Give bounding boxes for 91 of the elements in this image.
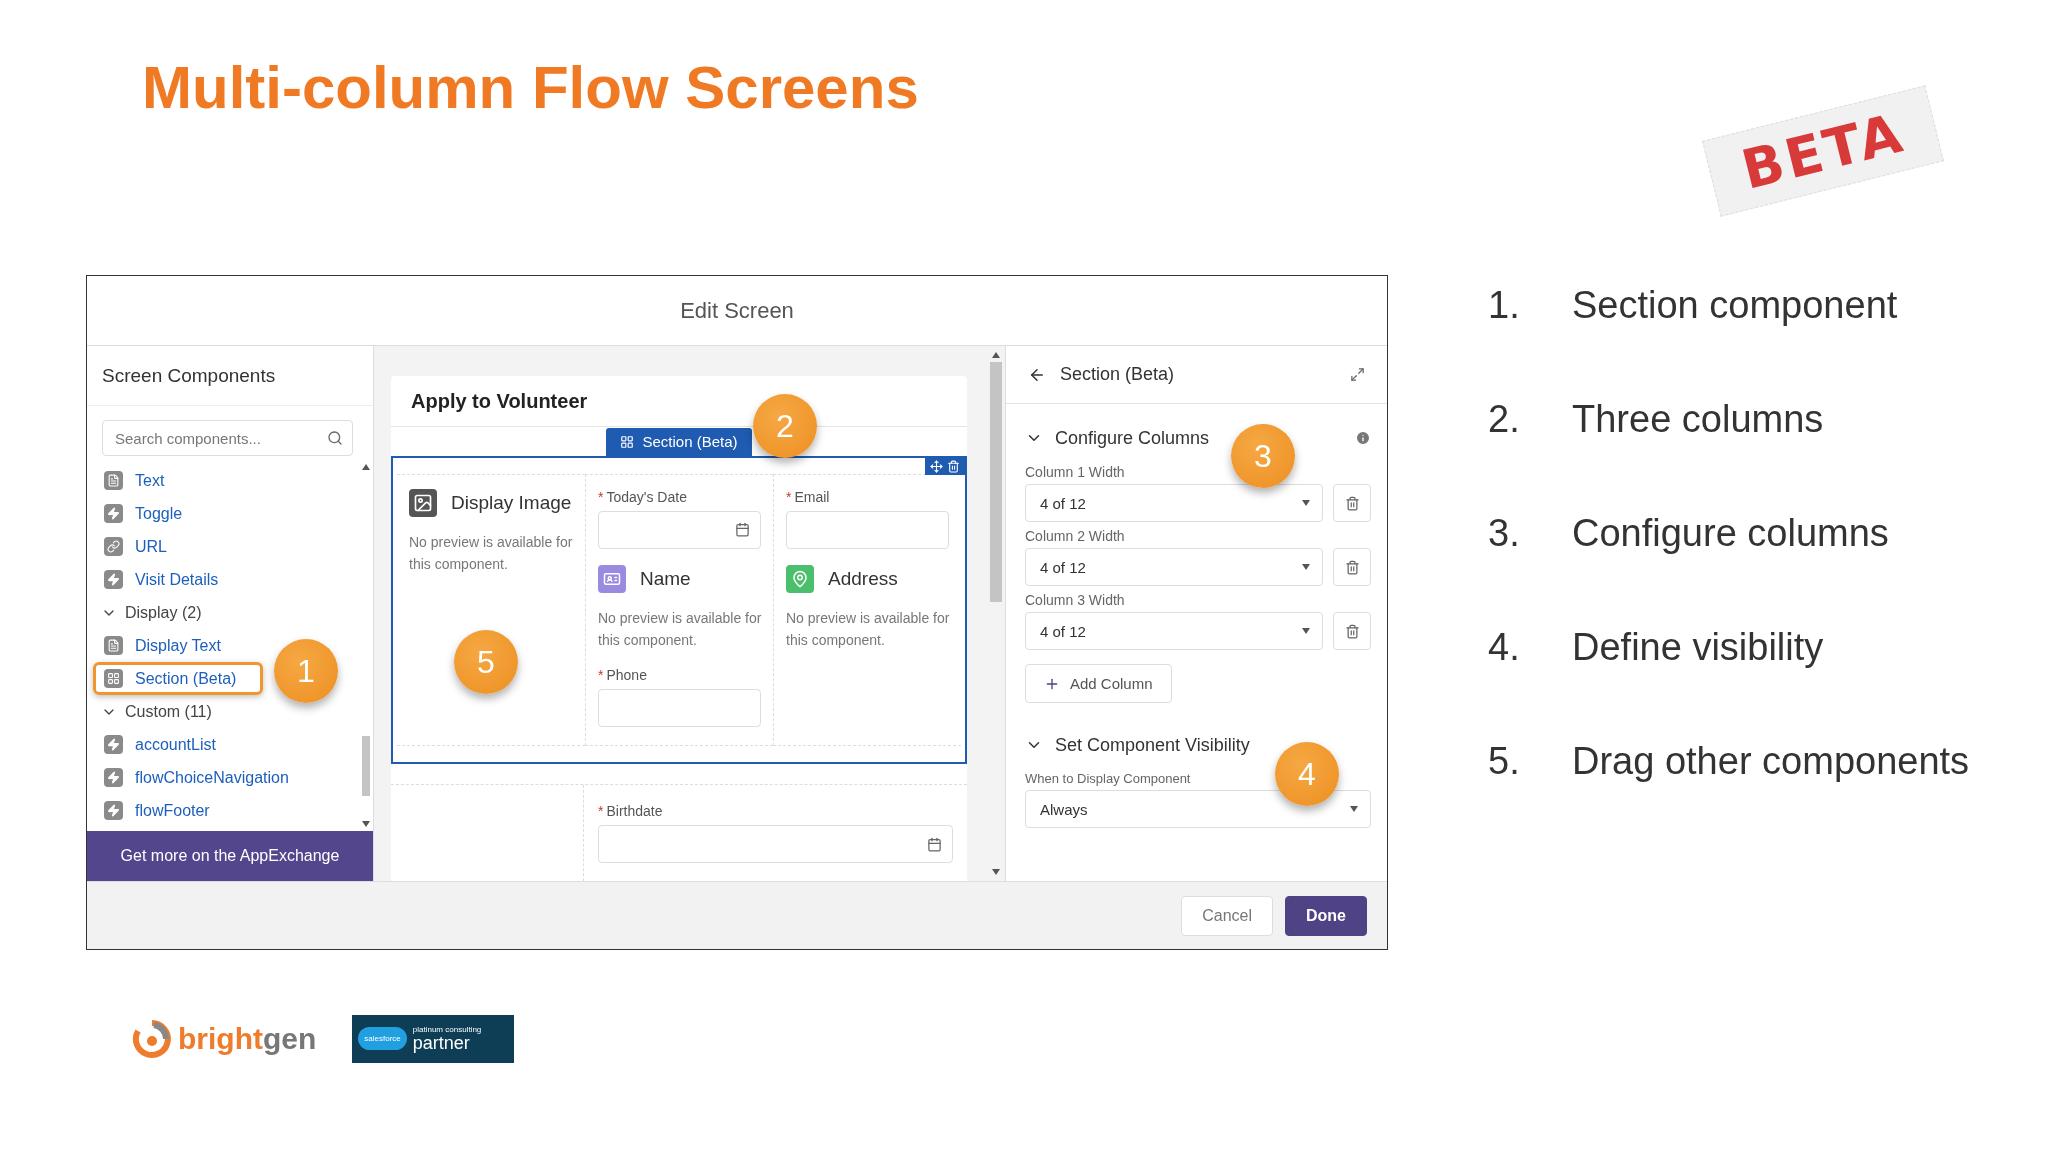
- trash-icon: [1344, 495, 1360, 511]
- field-label: Email: [794, 488, 830, 505]
- component-item[interactable]: Toggle: [93, 497, 359, 530]
- caret-icon: [1302, 500, 1310, 506]
- contact-card-icon: [598, 564, 626, 593]
- component-title: Address: [828, 567, 898, 590]
- preview-note: No preview is available for this component.: [598, 608, 763, 650]
- caret-icon: [1350, 806, 1358, 812]
- logo-mark-icon: [132, 1018, 172, 1059]
- search-icon: [327, 430, 343, 446]
- preview-note: No preview is available for this component.: [409, 532, 574, 574]
- list-number: 1.: [1488, 283, 1521, 327]
- component-icon: [104, 768, 123, 787]
- list-number: 3.: [1488, 511, 1521, 555]
- map-pin-icon: [786, 564, 814, 593]
- component-item[interactable]: Visit Details: [93, 563, 359, 596]
- required-mark: *: [598, 803, 604, 819]
- list-text: Three columns: [1572, 397, 1824, 441]
- trash-icon[interactable]: [947, 459, 960, 473]
- component-item[interactable]: Text: [93, 464, 359, 497]
- delete-button[interactable]: [1333, 548, 1371, 586]
- calendar-icon: [735, 522, 750, 538]
- delete-button[interactable]: [1333, 612, 1371, 650]
- window-title: Edit Screen: [680, 297, 794, 324]
- trash-icon: [1344, 559, 1360, 575]
- component-icon: [104, 735, 123, 754]
- list-text: Define visibility: [1572, 625, 1824, 669]
- grid-icon: [620, 434, 635, 449]
- info-icon[interactable]: [1355, 430, 1371, 446]
- trash-icon: [1344, 623, 1360, 639]
- input-field[interactable]: [598, 688, 761, 727]
- required-mark: *: [786, 488, 792, 505]
- component-title: Display Image: [451, 491, 572, 514]
- width-select[interactable]: 4 of 12: [1025, 612, 1323, 650]
- list-number: 4.: [1488, 625, 1521, 669]
- field-label: Phone: [606, 666, 647, 683]
- component-item[interactable]: accountList: [93, 728, 359, 761]
- required-mark: *: [598, 666, 604, 683]
- calendar-icon: [927, 836, 942, 852]
- component-item[interactable]: flowChoiceNavigation: [93, 761, 359, 794]
- section-header[interactable]: Configure Columns: [1025, 427, 1210, 449]
- component-title: Name: [640, 567, 691, 590]
- search-field[interactable]: Search components...: [102, 420, 353, 456]
- date-field[interactable]: [598, 825, 953, 863]
- field-label: Birthdate: [606, 803, 663, 819]
- component-icon: [104, 669, 123, 688]
- component-icon: [104, 471, 123, 490]
- appexchange-button[interactable]: Get more on the AppExchange: [87, 831, 373, 881]
- image-icon: [409, 488, 437, 517]
- component-icon: [104, 636, 123, 655]
- list-number: 2.: [1488, 397, 1521, 441]
- badge-subtitle: platinum consulting: [412, 1025, 482, 1034]
- field-label: Column 2 Width: [1025, 528, 1126, 544]
- beta-sticker: BETA: [1702, 85, 1944, 217]
- badge-title: partner: [412, 1034, 470, 1052]
- brand-name: brightgen: [178, 1021, 317, 1056]
- cloud-logo: salesforce: [358, 1027, 407, 1050]
- cancel-button[interactable]: Cancel: [1181, 895, 1273, 936]
- caret-icon: [1302, 564, 1310, 570]
- expand-icon[interactable]: [1350, 367, 1365, 382]
- field-label: Column 3 Width: [1025, 592, 1126, 608]
- component-icon: [104, 801, 123, 820]
- done-button[interactable]: Done: [1285, 895, 1367, 936]
- list-text: Section component: [1572, 283, 1898, 327]
- preview-note: No preview is available for this component.: [786, 608, 951, 650]
- component-item[interactable]: Section (Beta): [93, 662, 263, 695]
- caret-icon: [1302, 628, 1310, 634]
- delete-button[interactable]: [1333, 484, 1371, 522]
- list-text: Configure columns: [1572, 511, 1889, 555]
- section-tab[interactable]: Section (Beta): [606, 427, 752, 456]
- field-label: When to Display Component: [1025, 771, 1191, 786]
- group-header[interactable]: Display (2): [101, 596, 359, 629]
- width-select[interactable]: 4 of 12: [1025, 548, 1323, 586]
- add-column-button[interactable]: Add Column: [1025, 664, 1172, 703]
- list-text: Drag other components: [1572, 739, 1970, 783]
- screen-title: Apply to Volunteer: [411, 389, 588, 413]
- list-number: 5.: [1488, 739, 1521, 783]
- field-label: Today's Date: [606, 488, 687, 505]
- slide-title: Multi-column Flow Screens: [142, 53, 919, 123]
- required-mark: *: [598, 488, 604, 505]
- component-item[interactable]: flowFooter: [93, 794, 359, 827]
- date-field[interactable]: [598, 510, 761, 549]
- field-label: Column 1 Width: [1025, 464, 1126, 480]
- component-icon: [104, 570, 123, 589]
- move-icon[interactable]: [930, 459, 943, 473]
- input-field[interactable]: [786, 510, 949, 549]
- panel-title: Screen Components: [102, 364, 276, 387]
- component-icon: [104, 504, 123, 523]
- component-item[interactable]: URL: [93, 530, 359, 563]
- panel-title: Section (Beta): [1060, 364, 1176, 385]
- component-icon: [104, 537, 123, 556]
